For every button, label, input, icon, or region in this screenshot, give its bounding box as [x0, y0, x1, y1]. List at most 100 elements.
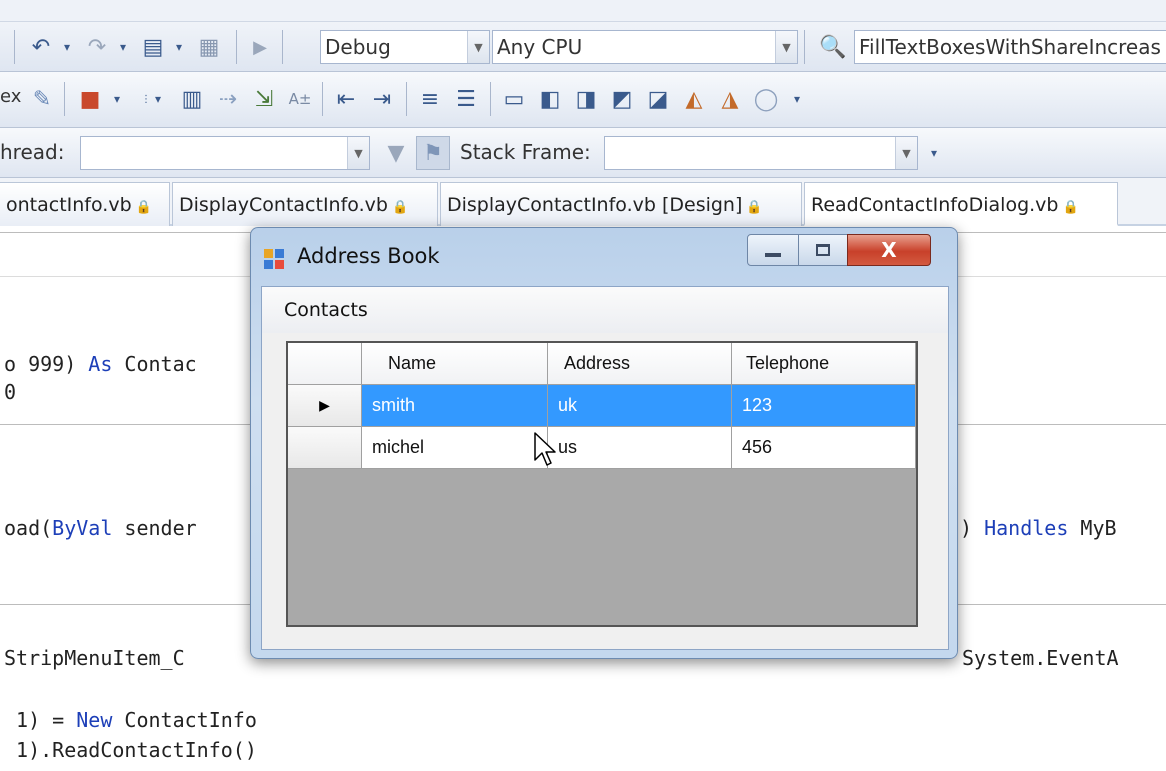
tab-displaycontactinfo[interactable]: DisplayContactInfo.vb 🔒: [172, 182, 438, 226]
cell-address[interactable]: uk: [548, 385, 732, 427]
navigate-dropdown-icon[interactable]: ▾: [170, 30, 188, 64]
code-line: ) Handles MyB: [960, 516, 1117, 540]
cell-name[interactable]: michel: [362, 427, 548, 469]
filter-icon[interactable]: ▼: [380, 136, 412, 170]
tab-readcontactinfodialog[interactable]: ReadContactInfoDialog.vb 🔒: [804, 182, 1118, 226]
previous-bookmark-folder-icon[interactable]: ◩: [606, 82, 638, 116]
next-bookmark-folder-icon[interactable]: ◪: [642, 82, 674, 116]
close-button[interactable]: X: [847, 234, 931, 266]
clear-bookmarks-icon[interactable]: ◯: [750, 82, 782, 116]
minimize-button[interactable]: [747, 234, 799, 266]
find-combo[interactable]: FillTextBoxesWithShareIncreas: [854, 30, 1166, 64]
table-row[interactable]: ▶ smith uk 123: [288, 385, 916, 427]
parameter-info-icon[interactable]: ⇢: [212, 82, 244, 116]
code-text: Contac: [112, 352, 197, 376]
code-text: sender: [112, 516, 197, 540]
thread-combo[interactable]: ▼: [80, 136, 370, 170]
lock-icon: 🔒: [135, 200, 152, 215]
column-header-name[interactable]: Name: [362, 343, 548, 385]
maximize-button[interactable]: [798, 234, 848, 266]
code-line: 0: [4, 380, 17, 404]
code-line: o 999) As Contac: [4, 352, 197, 376]
error-list-icon[interactable]: ■: [72, 82, 108, 116]
complete-word-icon[interactable]: A±: [284, 82, 316, 116]
tab-label: DisplayContactInfo.vb [Design]: [447, 194, 743, 216]
uncomment-lines-icon[interactable]: ☰: [450, 82, 482, 116]
app-window-icon: [264, 249, 284, 269]
start-debugging-icon[interactable]: ▶: [246, 30, 274, 64]
menu-item-contacts[interactable]: Contacts: [280, 299, 372, 321]
tab-label: ontactInfo.vb: [6, 194, 132, 216]
column-header-address[interactable]: Address: [548, 343, 732, 385]
table-row[interactable]: michel us 456: [288, 427, 916, 469]
navigate-icon[interactable]: ▤: [136, 30, 170, 64]
toolbar-separator: [64, 82, 65, 116]
quick-info-icon[interactable]: ⇲: [248, 82, 280, 116]
flag-threads-icon[interactable]: ⚑: [416, 136, 450, 170]
solution-configuration-combo[interactable]: Debug ▼: [320, 30, 490, 64]
tab-displaycontactinfo-design[interactable]: DisplayContactInfo.vb [Design] 🔒: [440, 182, 802, 226]
window-client-area: Contacts Name Address Telephone ▶ smith …: [261, 286, 949, 650]
thread-label: hread:: [0, 140, 65, 164]
comment-lines-icon[interactable]: ≡: [414, 82, 446, 116]
code-line: 1).ReadContactInfo(): [4, 738, 257, 762]
toolbar-separator: [322, 82, 323, 116]
row-header[interactable]: ▶: [288, 385, 362, 427]
lock-icon: 🔒: [1062, 200, 1079, 215]
column-header-telephone[interactable]: Telephone: [732, 343, 916, 385]
grid-corner-header[interactable]: [288, 343, 362, 385]
undo-icon[interactable]: ↶: [24, 30, 58, 64]
lock-icon: 🔒: [391, 200, 409, 215]
stack-frame-combo[interactable]: ▼: [604, 136, 918, 170]
cell-name[interactable]: smith: [362, 385, 548, 427]
code-line: oad(ByVal sender: [4, 516, 197, 540]
grid-header-row: Name Address Telephone: [288, 343, 916, 385]
decrease-indent-icon[interactable]: ⇤: [330, 82, 362, 116]
code-keyword: ByVal: [52, 516, 113, 540]
error-list-dropdown-icon[interactable]: ▾: [108, 82, 126, 116]
row-header[interactable]: [288, 427, 362, 469]
toolbar-options-icon[interactable]: ▾: [788, 82, 806, 116]
code-text: ): [960, 516, 985, 540]
tab-contactinfo[interactable]: ontactInfo.vb 🔒: [0, 182, 170, 226]
menu-bar: Contacts: [262, 287, 948, 333]
previous-bookmark-icon[interactable]: ◧: [534, 82, 566, 116]
toolbar-separator: [14, 30, 15, 64]
find-in-files-icon[interactable]: 🔍: [816, 30, 850, 64]
chevron-down-icon[interactable]: ▼: [467, 31, 489, 63]
increase-indent-icon[interactable]: ⇥: [366, 82, 398, 116]
undo-dropdown-icon[interactable]: ▾: [58, 30, 76, 64]
redo-icon[interactable]: ↷: [80, 30, 114, 64]
code-keyword: As: [88, 352, 113, 376]
properties-icon[interactable]: ✎: [26, 82, 58, 116]
solution-platform-combo[interactable]: Any CPU ▼: [492, 30, 798, 64]
previous-bookmark-document-icon[interactable]: ◭: [678, 82, 710, 116]
tab-label: DisplayContactInfo.vb: [179, 194, 388, 216]
debug-location-toolbar: hread: ▼ ▼ ⚑ Stack Frame: ▼ ▾: [0, 128, 1166, 178]
cell-telephone[interactable]: 123: [732, 385, 916, 427]
cell-telephone[interactable]: 456: [732, 427, 916, 469]
toolbar-options-icon[interactable]: ▾: [926, 136, 942, 170]
toolbar-options-icon[interactable]: ▾: [152, 82, 164, 116]
chevron-down-icon[interactable]: ▼: [775, 31, 797, 63]
contacts-datagridview[interactable]: Name Address Telephone ▶ smith uk 123 mi…: [286, 341, 918, 627]
address-book-window[interactable]: Address Book X Contacts Name Address Tel…: [250, 227, 958, 659]
close-icon: X: [881, 238, 897, 262]
bookmark-icon[interactable]: ▭: [498, 82, 530, 116]
object-browser-icon[interactable]: ▥: [176, 82, 208, 116]
redo-dropdown-icon[interactable]: ▾: [114, 30, 132, 64]
solution-config-icon[interactable]: ▦: [192, 30, 226, 64]
code-line: System.EventA: [962, 646, 1119, 670]
next-bookmark-document-icon[interactable]: ◮: [714, 82, 746, 116]
standard-toolbar: ↶ ▾ ↷ ▾ ▤ ▾ ▦ ▶ Debug ▼ Any CPU ▼ 🔍 Fill…: [0, 0, 1166, 72]
solution-platform-value: Any CPU: [497, 35, 583, 59]
chevron-down-icon[interactable]: ▼: [895, 137, 917, 169]
toolbar-overflow-icon[interactable]: ⋮: [140, 82, 152, 116]
stack-frame-label: Stack Frame:: [460, 140, 591, 164]
code-text: 1) =: [4, 708, 77, 732]
cell-address[interactable]: us: [548, 427, 732, 469]
code-text: ContactInfo: [112, 708, 257, 732]
next-bookmark-icon[interactable]: ◨: [570, 82, 602, 116]
code-keyword: Handles: [984, 516, 1069, 540]
chevron-down-icon[interactable]: ▼: [347, 137, 369, 169]
